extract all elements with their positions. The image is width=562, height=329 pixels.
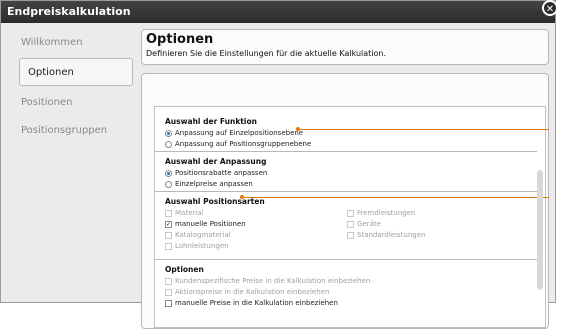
checkbox[interactable] bbox=[165, 232, 172, 239]
checkbox-label: Standardleistungen bbox=[357, 231, 426, 239]
section-title: Auswahl der Anpassung bbox=[165, 157, 267, 166]
callout-line bbox=[300, 129, 549, 130]
callout-dot bbox=[296, 127, 300, 131]
sidebar-item-willkommen[interactable]: Willkommen bbox=[9, 29, 135, 57]
radio-button[interactable] bbox=[165, 181, 172, 188]
checkbox-geraete[interactable]: Geräte bbox=[347, 219, 467, 230]
calculation-window: Endpreiskalkulation Willkommen Optionen … bbox=[0, 0, 556, 329]
checkbox-standardleistungen[interactable]: Standardleistungen bbox=[347, 230, 467, 241]
page-subtitle: Definieren Sie die Einstellungen für die… bbox=[146, 49, 387, 58]
checkbox[interactable] bbox=[165, 289, 172, 296]
checkbox-label: Aktionspreise in die Kalkulation einbezi… bbox=[175, 288, 330, 296]
checkbox-material[interactable]: Material bbox=[165, 208, 347, 219]
section-title: Auswahl Positionsarten bbox=[165, 197, 265, 206]
close-icon[interactable]: ✕ bbox=[542, 0, 558, 16]
radio-positionsrabatte[interactable]: Positionsrabatte anpassen bbox=[165, 168, 543, 179]
checkbox-label: Kundenspezifische Preise in die Kalkulat… bbox=[175, 277, 371, 285]
checkbox[interactable] bbox=[165, 278, 172, 285]
checkbox[interactable] bbox=[347, 232, 354, 239]
radio-button[interactable] bbox=[165, 170, 172, 177]
section-optionen: Optionen Kundenspezifische Preise in die… bbox=[165, 265, 543, 309]
window-titlebar: Endpreiskalkulation bbox=[1, 1, 555, 23]
radio-label: Positionsrabatte anpassen bbox=[175, 169, 268, 177]
checkbox-aktionspreise[interactable]: Aktionspreise in die Kalkulation einbezi… bbox=[165, 287, 543, 298]
checkbox-manuelle-positionen[interactable]: ✓ manuelle Positionen bbox=[165, 219, 347, 230]
radio-button[interactable] bbox=[165, 130, 172, 137]
radio-label: Anpassung auf Einzelpositionsebene bbox=[175, 129, 304, 137]
section-divider bbox=[155, 151, 537, 152]
checkbox[interactable]: ✓ bbox=[165, 221, 172, 228]
checkbox[interactable] bbox=[347, 210, 354, 217]
checkbox-fremdleistungen[interactable]: Fremdleistungen bbox=[347, 208, 467, 219]
section-divider bbox=[155, 259, 537, 260]
radio-label: Einzelpreise anpassen bbox=[175, 180, 253, 188]
section-positionsarten: Auswahl Positionsarten Material ✓ manuel… bbox=[165, 197, 543, 252]
sidebar: Willkommen Optionen Positionen Positions… bbox=[9, 29, 135, 299]
checkbox-kundenspezifische-preise[interactable]: Kundenspezifische Preise in die Kalkulat… bbox=[165, 276, 543, 287]
radio-einzelpreise[interactable]: Einzelpreise anpassen bbox=[165, 179, 543, 190]
section-anpassung: Auswahl der Anpassung Positionsrabatte a… bbox=[165, 157, 543, 190]
main-panel: Optionen Definieren Sie die Einstellunge… bbox=[141, 29, 551, 329]
section-divider bbox=[155, 191, 537, 192]
positionsarten-grid: Material ✓ manuelle Positionen Katalogma… bbox=[165, 208, 543, 252]
checkbox-katalogmaterial[interactable]: Katalogmaterial bbox=[165, 230, 347, 241]
page-title: Optionen bbox=[146, 32, 214, 47]
checkbox-manuelle-preise[interactable]: manuelle Preise in die Kalkulation einbe… bbox=[165, 298, 543, 309]
checkbox[interactable] bbox=[347, 221, 354, 228]
page-header: Optionen Definieren Sie die Einstellunge… bbox=[141, 29, 549, 65]
radio-positionsgruppe[interactable]: Anpassung auf Positionsgruppenebene bbox=[165, 139, 543, 150]
radio-button[interactable] bbox=[165, 141, 172, 148]
checkbox[interactable] bbox=[165, 210, 172, 217]
checkbox-label: Fremdleistungen bbox=[357, 209, 416, 217]
checkbox-label: Katalogmaterial bbox=[175, 231, 231, 239]
settings-form: Auswahl der Funktion Anpassung auf Einze… bbox=[154, 106, 546, 328]
sidebar-item-positionsgruppen[interactable]: Positionsgruppen bbox=[9, 117, 135, 145]
section-title: Optionen bbox=[165, 265, 204, 274]
checkbox-label: Material bbox=[175, 209, 204, 217]
settings-panel: Auswahl der Funktion Anpassung auf Einze… bbox=[141, 73, 549, 329]
section-title: Auswahl der Funktion bbox=[165, 117, 257, 126]
checkbox-label: manuelle Positionen bbox=[175, 220, 246, 228]
window-title: Endpreiskalkulation bbox=[7, 5, 131, 18]
section-funktion: Auswahl der Funktion Anpassung auf Einze… bbox=[165, 117, 543, 150]
positionsarten-left: Material ✓ manuelle Positionen Katalogma… bbox=[165, 208, 347, 252]
sidebar-item-optionen[interactable]: Optionen bbox=[19, 58, 133, 86]
checkbox[interactable] bbox=[165, 243, 172, 250]
checkbox-label: Geräte bbox=[357, 220, 381, 228]
checkbox-label: Lohnleistungen bbox=[175, 242, 229, 250]
checkbox[interactable] bbox=[165, 300, 172, 307]
sidebar-item-positionen[interactable]: Positionen bbox=[9, 89, 135, 117]
scrollbar[interactable] bbox=[537, 170, 543, 290]
callout-line bbox=[244, 197, 549, 198]
radio-label: Anpassung auf Positionsgruppenebene bbox=[175, 140, 312, 148]
checkbox-label: manuelle Preise in die Kalkulation einbe… bbox=[175, 299, 338, 307]
checkbox-lohnleistungen[interactable]: Lohnleistungen bbox=[165, 241, 347, 252]
callout-dot bbox=[240, 195, 244, 199]
positionsarten-right: Fremdleistungen Geräte Standardleistunge… bbox=[347, 208, 467, 252]
